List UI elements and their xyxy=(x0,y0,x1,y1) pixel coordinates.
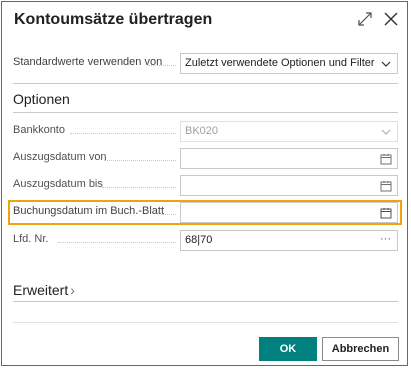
dotted-leader xyxy=(104,160,176,161)
dotted-leader xyxy=(102,187,176,188)
defaults-row: Standardwerte verwenden von Zuletzt verw… xyxy=(2,53,407,75)
dialog: Kontoumsätze übertragen Standardwerte ve… xyxy=(1,1,408,366)
divider xyxy=(13,322,398,323)
bankkonto-value: BK020 xyxy=(185,125,219,137)
bankkonto-input[interactable]: BK020 xyxy=(180,121,398,142)
lfd-nr-value: 68|70 xyxy=(185,234,213,246)
dotted-leader xyxy=(58,242,176,243)
chevron-down-icon xyxy=(380,58,392,70)
defaults-label: Standardwerte verwenden von xyxy=(13,56,163,68)
field-row-auszugsdatum-von: Auszugsdatum von xyxy=(2,148,407,170)
calendar-icon[interactable] xyxy=(380,153,392,165)
defaults-select-value: Zuletzt verwendete Optionen und Filter xyxy=(185,57,375,69)
field-row-auszugsdatum-bis: Auszugsdatum bis xyxy=(2,175,407,197)
field-row-bankkonto: Bankkonto BK020 xyxy=(2,121,407,143)
calendar-icon[interactable] xyxy=(380,207,392,219)
advanced-toggle[interactable]: Erweitert › xyxy=(13,282,75,298)
dotted-leader xyxy=(70,133,176,134)
field-label: Bankkonto xyxy=(13,124,65,136)
expand-icon[interactable] xyxy=(356,10,374,28)
dialog-title: Kontoumsätze übertragen xyxy=(14,11,213,28)
ok-button[interactable]: OK xyxy=(259,337,317,361)
lfd-nr-input[interactable]: 68|70 ··· xyxy=(180,230,398,251)
divider xyxy=(13,112,398,113)
divider xyxy=(13,83,398,84)
options-heading: Optionen xyxy=(13,91,70,107)
ellipsis-icon[interactable]: ··· xyxy=(380,234,392,246)
chevron-right-icon: › xyxy=(70,282,75,298)
field-label: Buchungsdatum im Buch.-Blatt xyxy=(13,205,165,217)
calendar-icon[interactable] xyxy=(380,180,392,192)
dotted-leader xyxy=(148,65,176,66)
auszugsdatum-bis-input[interactable] xyxy=(180,175,398,196)
field-label: Auszugsdatum bis xyxy=(13,178,103,190)
field-label: Lfd. Nr. xyxy=(13,233,49,245)
cancel-button[interactable]: Abbrechen xyxy=(322,337,399,361)
close-icon[interactable] xyxy=(382,10,400,28)
chevron-down-icon xyxy=(380,126,392,138)
field-label: Auszugsdatum von xyxy=(13,151,107,163)
buchungsdatum-input[interactable] xyxy=(180,202,398,223)
divider xyxy=(13,301,398,302)
field-row-buchungsdatum: Buchungsdatum im Buch.-Blatt xyxy=(2,202,407,224)
field-row-lfd-nr: Lfd. Nr. 68|70 ··· xyxy=(2,230,407,252)
advanced-heading: Erweitert xyxy=(13,282,69,298)
dotted-leader xyxy=(162,214,176,215)
auszugsdatum-von-input[interactable] xyxy=(180,148,398,169)
defaults-select[interactable]: Zuletzt verwendete Optionen und Filter xyxy=(180,53,398,74)
